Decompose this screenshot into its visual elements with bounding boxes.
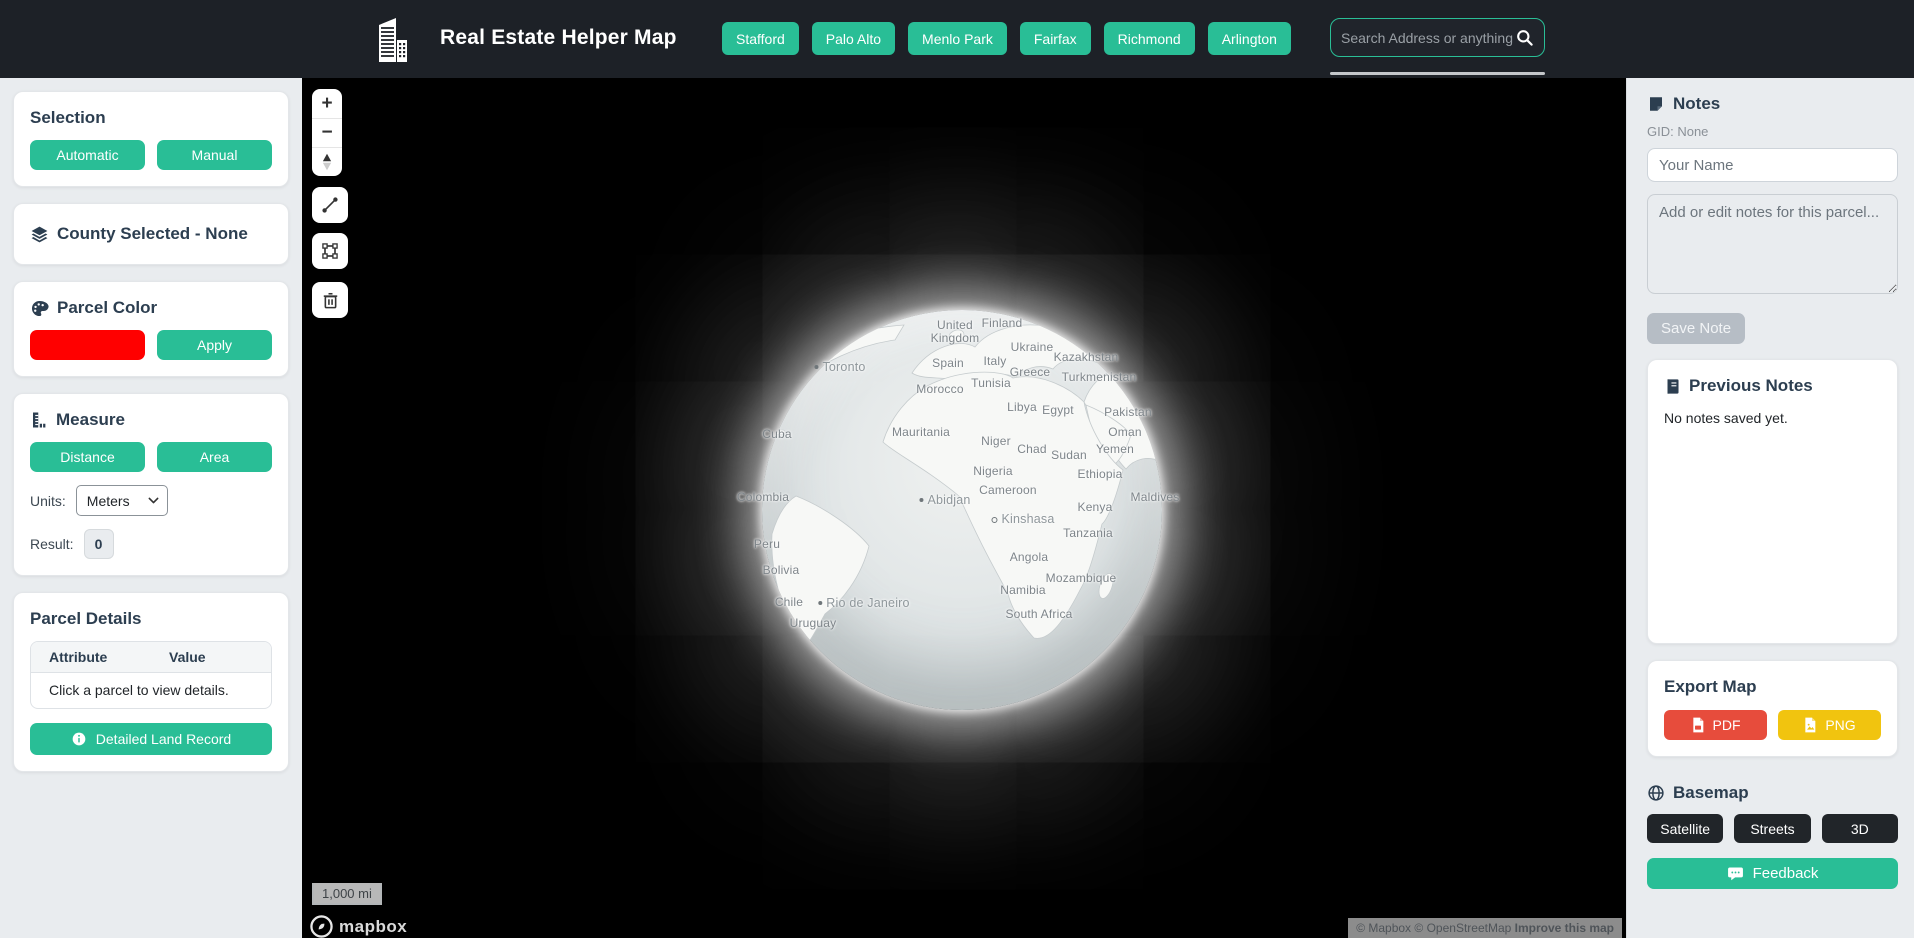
parcel-details-panel: Parcel Details Attribute Value Click a p… bbox=[13, 592, 289, 772]
line-tool-icon bbox=[320, 195, 340, 215]
search-box bbox=[1330, 18, 1545, 57]
color-swatch[interactable] bbox=[30, 330, 145, 360]
search-input[interactable] bbox=[1341, 30, 1515, 46]
mapbox-attribution-link[interactable]: © Mapbox bbox=[1356, 921, 1411, 935]
parcel-color-panel: Parcel Color Apply bbox=[13, 281, 289, 377]
parcel-details-title: Parcel Details bbox=[30, 609, 272, 629]
image-file-icon bbox=[1803, 717, 1817, 733]
info-circle-icon bbox=[71, 731, 87, 747]
mapbox-logo[interactable]: mapbox bbox=[310, 915, 407, 938]
search-underline bbox=[1330, 72, 1545, 75]
globe-icon bbox=[1647, 784, 1665, 802]
trash-tool-button[interactable] bbox=[312, 282, 348, 318]
basemap-title: Basemap bbox=[1647, 783, 1898, 803]
compass-icon bbox=[318, 152, 336, 172]
polygon-tool-icon bbox=[320, 241, 340, 261]
mapbox-wordmark: mapbox bbox=[339, 917, 407, 937]
measure-area-button[interactable]: Area bbox=[157, 442, 272, 472]
palette-icon bbox=[30, 299, 49, 318]
county-selected-label: County Selected - None bbox=[30, 224, 272, 244]
attribute-column-header: Attribute bbox=[31, 642, 151, 672]
note-textarea[interactable] bbox=[1647, 194, 1898, 294]
value-column-header: Value bbox=[151, 642, 271, 672]
draw-line-tool-button[interactable] bbox=[312, 187, 348, 223]
pdf-file-icon bbox=[1691, 717, 1705, 733]
map-canvas[interactable]: FinlandUnited KingdomUkraineKazakhstanSp… bbox=[302, 78, 1626, 938]
osm-attribution-link[interactable]: © OpenStreetMap bbox=[1414, 921, 1511, 935]
quick-location-button[interactable]: Palo Alto bbox=[812, 22, 895, 55]
building-logo-icon bbox=[376, 16, 408, 62]
book-icon bbox=[1664, 378, 1681, 395]
gid-label: GID: None bbox=[1647, 124, 1898, 139]
mapbox-icon bbox=[310, 915, 333, 938]
export-png-button[interactable]: PNG bbox=[1778, 710, 1881, 740]
map-attribution: © Mapbox © OpenStreetMap Improve this ma… bbox=[1348, 918, 1622, 938]
basemap-option-button[interactable]: Streets bbox=[1734, 814, 1810, 843]
save-note-button[interactable]: Save Note bbox=[1647, 313, 1745, 344]
no-notes-text: No notes saved yet. bbox=[1664, 410, 1881, 426]
map-globe bbox=[762, 310, 1162, 710]
basemap-buttons: Satellite Streets 3D bbox=[1647, 814, 1898, 843]
result-label: Result: bbox=[30, 536, 74, 552]
measure-distance-button[interactable]: Distance bbox=[30, 442, 145, 472]
zoom-control-group: + − bbox=[312, 89, 342, 176]
export-map-title: Export Map bbox=[1664, 677, 1881, 697]
detailed-land-record-button[interactable]: Detailed Land Record bbox=[30, 723, 272, 755]
quick-location-button[interactable]: Arlington bbox=[1208, 22, 1291, 55]
note-icon bbox=[1647, 95, 1665, 113]
city-marker-icon bbox=[814, 365, 818, 369]
export-map-panel: Export Map PDF PNG bbox=[1647, 660, 1898, 757]
export-pdf-button[interactable]: PDF bbox=[1664, 710, 1767, 740]
compass-button[interactable] bbox=[312, 147, 342, 176]
search-icon[interactable] bbox=[1515, 28, 1534, 47]
quick-location-buttons: Stafford Palo Alto Menlo Park Fairfax Richmo… bbox=[722, 22, 1291, 55]
notes-title: Notes bbox=[1647, 94, 1898, 114]
feedback-button[interactable]: Feedback bbox=[1647, 858, 1898, 889]
units-select[interactable]: Meters bbox=[76, 485, 168, 516]
right-sidebar: Notes GID: None Save Note Previous Notes… bbox=[1626, 78, 1914, 938]
ruler-icon bbox=[30, 411, 48, 429]
chevron-down-icon bbox=[148, 495, 159, 506]
improve-map-link[interactable]: Improve this map bbox=[1515, 921, 1614, 935]
automatic-selection-button[interactable]: Automatic bbox=[30, 140, 145, 170]
measure-panel: Measure Distance Area Units: Meters Resu… bbox=[13, 393, 289, 576]
basemap-option-button[interactable]: Satellite bbox=[1647, 814, 1723, 843]
basemap-option-button[interactable]: 3D bbox=[1822, 814, 1898, 843]
page-title: Real Estate Helper Map bbox=[440, 26, 677, 50]
quick-location-button[interactable]: Stafford bbox=[722, 22, 799, 55]
draw-polygon-tool-button[interactable] bbox=[312, 233, 348, 269]
basemap-panel: Basemap Satellite Streets 3D Feedback bbox=[1647, 783, 1898, 889]
parcel-color-title: Parcel Color bbox=[30, 298, 272, 318]
zoom-out-button[interactable]: − bbox=[312, 118, 342, 147]
selection-title: Selection bbox=[30, 108, 272, 128]
previous-notes-title: Previous Notes bbox=[1664, 376, 1881, 396]
parcel-details-table: Attribute Value Click a parcel to view d… bbox=[30, 641, 272, 709]
previous-notes-panel: Previous Notes No notes saved yet. bbox=[1647, 359, 1898, 644]
measure-title: Measure bbox=[30, 410, 272, 430]
apply-color-button[interactable]: Apply bbox=[157, 330, 272, 360]
map-scale: 1,000 mi bbox=[312, 883, 382, 905]
details-empty-text: Click a parcel to view details. bbox=[31, 673, 271, 708]
quick-location-button[interactable]: Menlo Park bbox=[908, 22, 1007, 55]
quick-location-button[interactable]: Fairfax bbox=[1020, 22, 1091, 55]
county-panel: County Selected - None bbox=[13, 203, 289, 265]
manual-selection-button[interactable]: Manual bbox=[157, 140, 272, 170]
units-label: Units: bbox=[30, 493, 66, 509]
result-value: 0 bbox=[84, 529, 114, 559]
selection-panel: Selection Automatic Manual bbox=[13, 91, 289, 187]
left-sidebar: Selection Automatic Manual County Select… bbox=[0, 78, 302, 938]
layers-icon bbox=[30, 225, 49, 244]
your-name-input[interactable] bbox=[1647, 148, 1898, 182]
zoom-in-button[interactable]: + bbox=[312, 89, 342, 118]
continents-graphic bbox=[762, 310, 1162, 710]
chat-icon bbox=[1727, 865, 1744, 882]
app-header: Real Estate Helper Map Stafford Palo Alto… bbox=[0, 0, 1914, 78]
quick-location-button[interactable]: Richmond bbox=[1104, 22, 1195, 55]
trash-icon bbox=[321, 291, 340, 310]
